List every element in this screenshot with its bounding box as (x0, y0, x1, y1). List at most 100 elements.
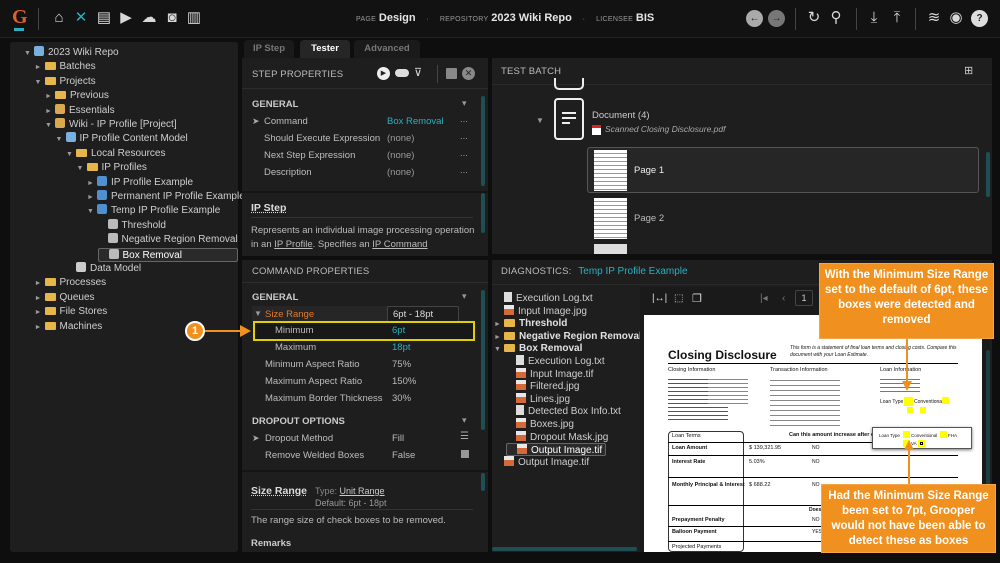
diagnostic-file[interactable]: ► Negative Region Removal (494, 330, 642, 343)
horizontal-scrollbar[interactable] (492, 547, 637, 551)
fit-width-icon[interactable]: |↔| (652, 293, 667, 304)
collapse-icon[interactable]: ▼ (24, 47, 34, 61)
diagnostic-file[interactable]: Input Image.jpg (494, 304, 587, 318)
diagnostic-file[interactable]: ▼ Box Removal (494, 342, 582, 355)
tree-item[interactable]: ► Previous (45, 89, 109, 103)
expand-icon[interactable]: ► (87, 177, 97, 191)
tree-item[interactable]: Data Model (66, 262, 141, 276)
expand-icon[interactable]: ► (35, 321, 45, 335)
collapse-icon[interactable]: ▼ (77, 162, 87, 176)
property-value[interactable]: 75% (392, 359, 411, 370)
fit-selection-icon[interactable]: ⬚ (674, 293, 683, 304)
tree-item[interactable]: ► Permanent IP Profile Example (87, 190, 245, 204)
expand-icon[interactable]: ► (35, 306, 45, 320)
diagnostic-file[interactable]: Dropout Mask.jpg (506, 430, 608, 444)
property-value[interactable]: (none) (387, 167, 414, 178)
tree-item[interactable]: ▼ Wiki - IP Profile [Project] (45, 118, 177, 132)
tree-item[interactable]: Threshold (98, 218, 166, 233)
property-value[interactable]: (none) (387, 133, 414, 144)
collapse-icon[interactable]: ▼ (536, 116, 544, 125)
tree-view-icon[interactable]: ⊞ (964, 64, 973, 77)
ellipsis-button[interactable]: ... (460, 165, 468, 176)
expand-icon[interactable]: ► (35, 61, 45, 75)
help-title-ip-step[interactable]: IP Step (251, 202, 286, 214)
checkbox[interactable] (461, 450, 469, 458)
diagnostic-file[interactable]: Output Image.tif (506, 443, 607, 457)
collapse-icon[interactable]: ▼ (56, 133, 66, 147)
ip-command-link[interactable]: IP Command (372, 239, 427, 250)
collapse-icon[interactable]: ▼ (254, 309, 262, 318)
database-icon[interactable]: ≋ (926, 10, 942, 26)
cloud-upload-icon[interactable]: ☁ (141, 10, 157, 26)
tree-item[interactable]: ▼ IP Profile Content Model (56, 132, 188, 146)
diagnostic-file[interactable]: Input Image.tif (506, 367, 593, 381)
dropout-method-value[interactable]: Fill (392, 433, 404, 444)
tab-ip-step[interactable]: IP Step (244, 40, 294, 58)
tab-tester[interactable]: Tester (300, 40, 350, 58)
tree-item[interactable]: ► IP Profile Example (87, 175, 193, 191)
diagnostic-file[interactable]: Detected Box Info.txt (506, 405, 621, 418)
tools-icon[interactable]: ✕ (73, 10, 89, 26)
menu-icon[interactable]: ☰ (460, 431, 469, 442)
tree-item[interactable]: ► Queues (35, 291, 95, 305)
tree-item[interactable]: ▼ 2023 Wiki Repo (24, 46, 119, 60)
collapse-icon[interactable]: ▼ (35, 76, 45, 90)
expand-icon[interactable]: ➤ (252, 433, 260, 444)
ellipsis-button[interactable]: ... (460, 114, 468, 125)
back-icon[interactable]: ← (746, 10, 763, 27)
prev-page-icon[interactable]: ‹ (782, 293, 785, 304)
filter-off-icon[interactable]: ⊽ (414, 66, 422, 79)
property-value[interactable]: 30% (392, 393, 411, 404)
tree-item[interactable]: ▼ Local Resources (66, 147, 165, 161)
diagnostic-file[interactable]: ► Threshold (494, 317, 567, 330)
ellipsis-button[interactable]: ... (460, 148, 468, 159)
minimum-value[interactable]: 6pt (392, 325, 405, 336)
archive-icon[interactable]: ▤ (96, 10, 112, 26)
help-title-size-range[interactable]: Size Range (251, 485, 307, 497)
refresh-icon[interactable]: ↻ (806, 10, 822, 26)
close-icon[interactable]: ✕ (462, 67, 475, 80)
expand-icon[interactable]: ► (45, 90, 55, 104)
download-icon[interactable]: ⤓ (866, 10, 882, 26)
chevron-down-icon[interactable]: ▾ (462, 291, 467, 302)
remove-welded-boxes-value[interactable]: False (392, 450, 415, 461)
collapse-icon[interactable]: ▼ (66, 148, 76, 162)
expand-icon[interactable]: ► (35, 292, 45, 306)
collapse-icon[interactable]: ▼ (45, 119, 55, 133)
grooper-logo[interactable]: G (12, 6, 28, 31)
toggle-icon[interactable] (395, 69, 409, 77)
tree-item[interactable]: Negative Region Removal (98, 233, 238, 247)
tree-item[interactable]: ► Batches (35, 60, 96, 74)
search-icon[interactable]: ⚲ (828, 10, 844, 26)
property-value[interactable]: Box Removal (387, 116, 444, 127)
tree-item[interactable]: ▼ Temp IP Profile Example (87, 204, 220, 218)
tree-item[interactable]: ► Machines (35, 320, 103, 334)
briefcase-clock-icon[interactable]: ◙ (164, 10, 180, 26)
diagnostic-file[interactable]: Execution Log.txt (494, 292, 593, 305)
expand-icon[interactable]: ► (45, 105, 55, 119)
forward-icon[interactable]: → (768, 10, 785, 27)
tree-item[interactable]: ▼ IP Profiles (77, 161, 147, 175)
page-number-input[interactable]: 1 (795, 290, 813, 306)
tab-advanced[interactable]: Advanced (354, 40, 420, 58)
diagnostic-file[interactable]: Boxes.jpg (506, 418, 574, 431)
tree-item[interactable]: Box Removal (97, 247, 238, 262)
collapse-icon[interactable]: ▼ (494, 343, 504, 356)
page-label[interactable]: Page 2 (634, 213, 664, 224)
property-value[interactable]: 150% (392, 376, 416, 387)
first-page-icon[interactable]: |◂ (760, 293, 768, 304)
video-box-icon[interactable]: ▶ (118, 10, 134, 26)
diagnostic-file[interactable]: Output Image.tif (494, 455, 589, 469)
pages-icon[interactable]: ❐ (692, 292, 702, 305)
upload-icon[interactable]: ⤒ (889, 10, 905, 26)
diagnostic-file[interactable]: Lines.jpg (506, 392, 570, 406)
run-icon[interactable]: ▶ (377, 67, 390, 80)
tree-item[interactable]: ► Processes (35, 276, 107, 290)
ip-profile-link[interactable]: IP Profile (274, 239, 312, 250)
diagnostic-file[interactable]: Execution Log.txt (506, 355, 605, 368)
tree-item[interactable]: ▼ Projects (35, 75, 96, 89)
page-thumbnail[interactable] (594, 198, 627, 239)
maximum-value[interactable]: 18pt (392, 342, 411, 353)
help-icon[interactable]: ? (971, 10, 988, 27)
save-icon[interactable] (446, 68, 457, 79)
